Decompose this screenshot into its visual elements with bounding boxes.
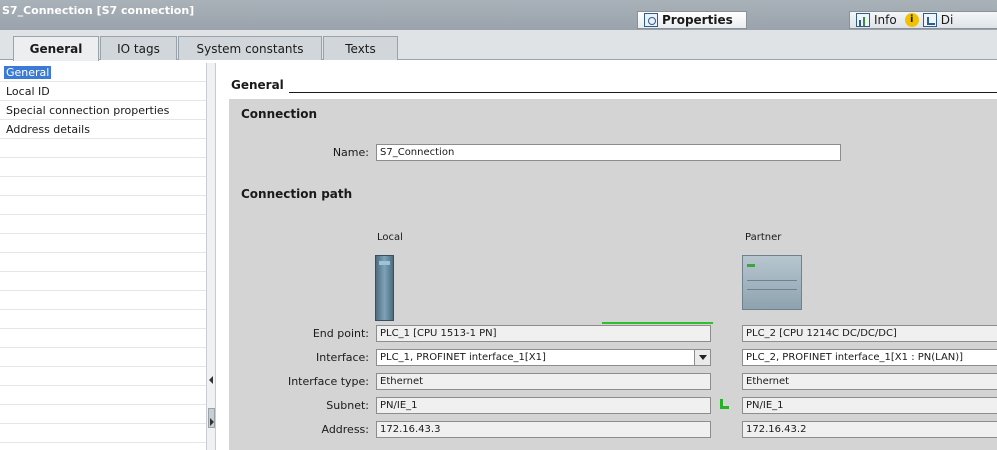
partner-interface-type-field: Ethernet bbox=[742, 373, 997, 390]
nav-row-empty bbox=[0, 386, 212, 405]
local-cpu-image[interactable] bbox=[375, 255, 394, 321]
subnet-label: Subnet: bbox=[326, 399, 369, 412]
local-label: Local bbox=[377, 232, 403, 243]
subnet-icon bbox=[719, 399, 729, 411]
nav-row-empty bbox=[0, 158, 212, 177]
nav-row-empty bbox=[0, 405, 212, 424]
nav-row-empty bbox=[0, 329, 212, 348]
local-address-field: 172.16.43.3 bbox=[376, 421, 711, 438]
nav-row-empty bbox=[0, 348, 212, 367]
connection-line bbox=[602, 322, 713, 324]
info-circle-icon: i bbox=[904, 13, 919, 27]
nav-row-empty bbox=[0, 177, 212, 196]
window-title: S7_Connection [S7 connection] bbox=[2, 4, 195, 17]
local-endpoint-field: PLC_1 [CPU 1513-1 PN] bbox=[376, 325, 711, 342]
inspector-title-bar: S7_Connection [S7 connection] Properties… bbox=[0, 0, 997, 30]
name-label: Name: bbox=[332, 146, 369, 159]
nav-row-empty bbox=[0, 215, 212, 234]
section-title-connection-path: Connection path bbox=[241, 187, 353, 201]
left-navigation: General Local ID Special connection prop… bbox=[0, 63, 212, 450]
section-title-connection: Connection bbox=[241, 107, 318, 121]
header-divider bbox=[289, 92, 997, 93]
panel-splitter[interactable] bbox=[206, 63, 216, 450]
local-interface-value: PLC_1, PROFINET interface_1[X1] bbox=[380, 352, 546, 363]
nav-item-special-connection-properties[interactable]: Special connection properties bbox=[6, 104, 169, 117]
nav-row-empty bbox=[0, 310, 212, 329]
nav-row: Local ID bbox=[0, 82, 212, 101]
nav-row-empty bbox=[0, 139, 212, 158]
nav-row: Special connection properties bbox=[0, 101, 212, 120]
subtab-bar: General IO tags System constants Texts bbox=[0, 30, 997, 61]
interface-label: Interface: bbox=[316, 351, 369, 364]
nav-row: Address details bbox=[0, 120, 212, 139]
nav-row-empty bbox=[0, 367, 212, 386]
info-chart-icon bbox=[856, 13, 870, 27]
nav-item-local-id[interactable]: Local ID bbox=[6, 85, 50, 98]
expand-right-icon[interactable] bbox=[210, 418, 214, 426]
nav-row-empty bbox=[0, 291, 212, 310]
local-interface-type-field: Ethernet bbox=[376, 373, 711, 390]
local-subnet-field: PN/IE_1 bbox=[376, 397, 711, 414]
tab-diagnostics-label: Di bbox=[940, 13, 954, 27]
main-panel: General Connection Name: S7_Connection C… bbox=[216, 63, 997, 450]
partner-label: Partner bbox=[745, 232, 782, 243]
magnifier-icon bbox=[644, 13, 658, 27]
address-label: Address: bbox=[321, 423, 369, 436]
subtab-io-tags[interactable]: IO tags bbox=[100, 36, 177, 60]
dropdown-arrow-icon[interactable] bbox=[694, 350, 710, 365]
subtab-texts[interactable]: Texts bbox=[323, 36, 398, 60]
nav-row-empty bbox=[0, 253, 212, 272]
tab-properties[interactable]: Properties bbox=[637, 11, 747, 29]
section-header-general: General bbox=[231, 78, 284, 92]
partner-subnet-field: PN/IE_1 bbox=[742, 397, 997, 414]
partner-cpu-image[interactable] bbox=[742, 255, 802, 310]
nav-row-empty bbox=[0, 234, 212, 253]
interface-type-label: Interface type: bbox=[287, 375, 369, 388]
partner-endpoint-field: PLC_2 [CPU 1214C DC/DC/DC] bbox=[742, 325, 997, 342]
connection-name-input[interactable]: S7_Connection bbox=[376, 144, 841, 161]
tab-info-label: Info bbox=[874, 13, 897, 27]
diagnostics-icon bbox=[922, 13, 937, 27]
partner-interface-field: PLC_2, PROFINET interface_1[X1 : PN(LAN)… bbox=[742, 349, 997, 366]
endpoint-label: End point: bbox=[312, 327, 369, 340]
nav-row: General bbox=[0, 63, 212, 82]
nav-item-general[interactable]: General bbox=[4, 66, 52, 79]
subtab-general[interactable]: General bbox=[13, 36, 99, 61]
nav-row-empty bbox=[0, 272, 212, 291]
tab-properties-label: Properties bbox=[662, 13, 733, 27]
local-interface-select[interactable]: PLC_1, PROFINET interface_1[X1] bbox=[376, 349, 711, 366]
nav-row-empty bbox=[0, 196, 212, 215]
nav-row-empty bbox=[0, 424, 212, 443]
tab-info[interactable]: Info i Di bbox=[849, 11, 997, 29]
subtab-system-constants[interactable]: System constants bbox=[178, 36, 322, 60]
collapse-left-icon[interactable] bbox=[209, 376, 213, 384]
content-area: Connection Name: S7_Connection Connectio… bbox=[229, 99, 997, 450]
partner-address-field: 172.16.43.2 bbox=[742, 421, 997, 438]
nav-item-address-details[interactable]: Address details bbox=[6, 123, 90, 136]
